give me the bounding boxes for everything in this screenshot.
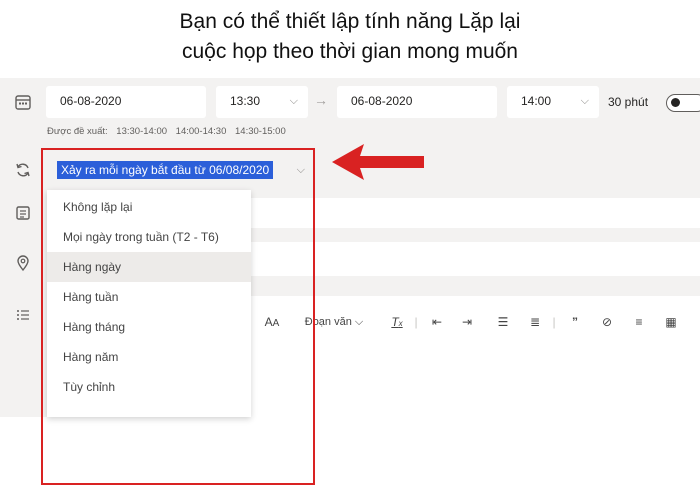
recurrence-option[interactable]: Hàng tháng	[47, 312, 251, 342]
decrease-indent-icon[interactable]: ⇤	[428, 310, 446, 334]
clear-format-button[interactable]: Tx	[388, 310, 406, 334]
horizontal-rule-icon[interactable]: ≡	[630, 310, 648, 334]
caption-line-1: Bạn có thể thiết lập tính năng Lặp lại	[179, 10, 521, 33]
paragraph-dropdown[interactable]: Đoạn văn ⌵	[302, 310, 366, 334]
recurrence-option[interactable]: Mọi ngày trong tuần (T2 - T6)	[47, 222, 251, 252]
recurrence-option[interactable]: Không lặp lại	[47, 192, 251, 222]
caption-line-2: cuộc họp theo thời gian mong muốn	[182, 40, 518, 63]
channel-field[interactable]	[251, 198, 700, 228]
suggested-slot[interactable]: 14:00-14:30	[176, 126, 227, 137]
bullet-list-icon[interactable]: ☰	[494, 310, 512, 334]
chevron-down-icon: ⌵	[296, 164, 305, 176]
end-date-value: 06-08-2020	[351, 94, 413, 108]
start-date-input[interactable]: 06-08-2020	[46, 86, 206, 118]
table-icon[interactable]: ▦	[662, 310, 680, 334]
start-time-value: 13:30	[230, 94, 261, 108]
all-day-toggle[interactable]	[666, 94, 700, 112]
start-time-select[interactable]: 13:30 ⌵	[216, 86, 308, 118]
repeat-icon	[14, 161, 32, 179]
red-arrow-icon	[332, 144, 424, 180]
meeting-form-panel: 06-08-2020 13:30 ⌵ → 06-08-2020 14:00 ⌵ …	[0, 78, 700, 485]
end-date-input[interactable]: 06-08-2020	[337, 86, 497, 118]
channel-icon	[14, 204, 32, 222]
recurrence-select[interactable]: Xảy ra mỗi ngày bắt đầu từ 06/08/2020 ⌵	[47, 152, 309, 188]
location-icon	[14, 254, 32, 272]
suggested-times: Được đề xuất: 13:30-14:00 14:00-14:30 14…	[47, 126, 292, 137]
calendar-icon	[14, 93, 32, 111]
recurrence-option[interactable]: Hàng năm	[47, 342, 251, 372]
clear-format-label: T	[391, 315, 399, 329]
toolbar-divider: |	[552, 315, 556, 329]
link-icon[interactable]: ⊘	[598, 310, 616, 334]
suggested-slot[interactable]: 13:30-14:00	[116, 126, 167, 137]
recurrence-dropdown: Không lặp lại Mọi ngày trong tuần (T2 - …	[47, 190, 251, 417]
start-date-value: 06-08-2020	[60, 94, 122, 108]
quote-icon[interactable]: ”	[566, 310, 584, 334]
recurrence-selected-value: Xảy ra mỗi ngày bắt đầu từ 06/08/2020	[57, 161, 274, 179]
toolbar-divider: |	[414, 315, 418, 329]
increase-indent-icon[interactable]: ⇥	[458, 310, 476, 334]
chevron-down-icon: ⌵	[580, 95, 589, 107]
recurrence-option[interactable]: Hàng tuần	[47, 282, 251, 312]
recurrence-option[interactable]: Tùy chỉnh	[47, 372, 251, 402]
paragraph-label: Đoạn văn	[304, 316, 352, 328]
font-size-button[interactable]: AA	[262, 310, 282, 334]
suggested-slot[interactable]: 14:30-15:00	[235, 126, 286, 137]
recurrence-option[interactable]: Hàng ngày	[47, 252, 251, 282]
chevron-down-icon: ⌵	[289, 95, 298, 107]
numbered-list-icon[interactable]: ≣	[526, 310, 544, 334]
font-size-label: A	[264, 315, 273, 329]
suggested-label: Được đề xuất:	[47, 126, 108, 137]
location-field[interactable]	[251, 242, 700, 276]
list-icon	[14, 306, 32, 324]
arrow-right-icon: →	[314, 92, 328, 108]
end-time-select[interactable]: 14:00 ⌵	[507, 86, 599, 118]
end-time-value: 14:00	[521, 94, 552, 108]
duration-label: 30 phút	[608, 95, 649, 109]
toggle-knob	[671, 98, 680, 107]
caption: Bạn có thể thiết lập tính năng Lặp lại c…	[0, 0, 700, 78]
